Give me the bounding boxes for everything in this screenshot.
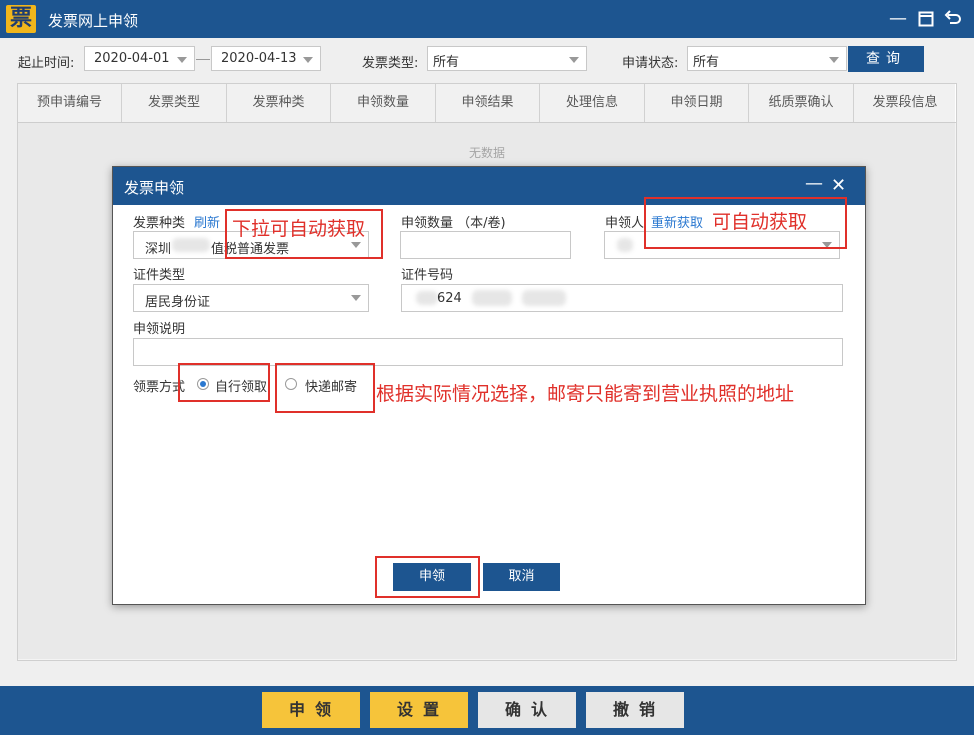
cert-number-input[interactable]: 624 xyxy=(401,284,843,312)
maximize-icon[interactable] xyxy=(916,9,936,29)
redacted-blur xyxy=(416,291,438,305)
apply-main-button[interactable]: 申领 xyxy=(262,692,360,728)
back-icon[interactable] xyxy=(943,9,963,29)
cancel-button[interactable]: 取消 xyxy=(483,563,560,591)
cert-number-value: 624 xyxy=(437,291,462,306)
invoice-kind-value-prefix: 深圳 xyxy=(145,242,172,257)
revoke-button[interactable]: 撤销 xyxy=(586,692,684,728)
annotation-choose-note: 根据实际情况选择，邮寄只能寄到营业执照的地址 xyxy=(376,383,795,405)
invoice-type-select[interactable]: 所有 xyxy=(427,46,587,71)
date-separator xyxy=(196,59,210,60)
redacted-blur xyxy=(472,290,512,306)
cert-type-select[interactable]: 居民身份证 xyxy=(133,284,369,312)
minimize-icon[interactable]: — xyxy=(888,9,908,29)
end-date-select[interactable]: 2020-04-13 xyxy=(211,46,321,71)
cert-type-label: 证件类型 xyxy=(133,268,186,283)
invoice-type-value: 所有 xyxy=(433,55,460,70)
annotation-box xyxy=(275,363,375,413)
start-date-select[interactable]: 2020-04-01 xyxy=(84,46,195,71)
quantity-input[interactable] xyxy=(400,231,571,259)
dialog-title: 发票申领 xyxy=(124,179,185,197)
quantity-label: 申领数量 （本/卷) xyxy=(401,216,506,231)
title-bar: 票 发票网上申领 — xyxy=(0,0,974,38)
close-icon[interactable]: ✕ xyxy=(831,175,846,196)
annotation-auto-get: 可自动获取 xyxy=(712,211,808,233)
annotation-box xyxy=(375,556,480,598)
status-label: 申请状态: xyxy=(622,56,679,71)
start-date-value: 2020-04-01 xyxy=(94,51,170,66)
chevron-down-icon xyxy=(177,57,187,63)
confirm-button[interactable]: 确认 xyxy=(478,692,576,728)
annotation-dropdown-auto: 下拉可自动获取 xyxy=(232,218,366,240)
note-input[interactable] xyxy=(133,338,843,366)
settings-button[interactable]: 设置 xyxy=(370,692,468,728)
minimize-icon[interactable]: — xyxy=(805,173,823,194)
cert-type-value: 居民身份证 xyxy=(145,295,211,310)
chevron-down-icon xyxy=(351,295,361,301)
applicant-label: 申领人 xyxy=(605,216,645,231)
app-title: 发票网上申领 xyxy=(48,12,139,30)
note-label: 申领说明 xyxy=(133,322,186,337)
chevron-down-icon xyxy=(303,57,313,63)
cert-number-label: 证件号码 xyxy=(401,268,454,283)
end-date-value: 2020-04-13 xyxy=(221,51,297,66)
filter-bar: 起止时间: 2020-04-01 2020-04-13 发票类型: 所有 申请状… xyxy=(0,44,974,76)
refresh-link[interactable]: 刷新 xyxy=(194,212,220,231)
invoice-kind-label: 发票种类 xyxy=(133,216,186,231)
chevron-down-icon xyxy=(829,57,839,63)
date-range-label: 起止时间: xyxy=(18,56,75,71)
redacted-blur xyxy=(522,290,566,306)
chevron-down-icon xyxy=(569,57,579,63)
redacted-blur xyxy=(617,238,633,252)
status-select[interactable]: 所有 xyxy=(687,46,847,71)
query-button[interactable]: 查询 xyxy=(848,46,924,72)
annotation-box xyxy=(178,363,270,402)
redacted-blur xyxy=(172,238,210,252)
status-value: 所有 xyxy=(693,55,720,70)
app-logo-icon: 票 xyxy=(6,5,36,33)
invoice-type-label: 发票类型: xyxy=(362,56,419,71)
bottom-toolbar: 申领 设置 确认 撤销 xyxy=(0,686,974,735)
